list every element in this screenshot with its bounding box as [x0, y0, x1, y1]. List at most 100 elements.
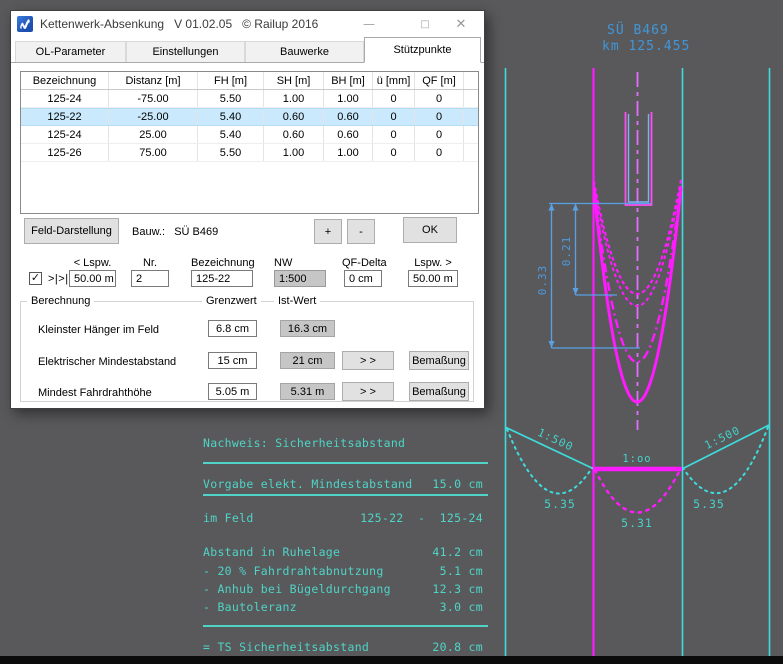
desktop: 0.21 0.33 1:500 1:500 1:oo 5.35 5.35 5.3…: [0, 0, 783, 664]
dialog-window: Kettenwerk-Absenkung V 01.02.05 © Railup…: [10, 10, 485, 409]
table-row[interactable]: 125-24 -75.00 5.50 1.00 1.00 0 0: [21, 90, 478, 108]
report-item-value: 41.2 cm: [432, 545, 483, 559]
bottom-bar: [0, 656, 783, 664]
report-item-label: - 20 % Fahrdrahtabnutzung: [203, 564, 384, 578]
report-item-label: - Bautoleranz: [203, 600, 297, 614]
title-bar: Kettenwerk-Absenkung V 01.02.05 © Railup…: [11, 11, 484, 37]
bezeichnung-label: Bezeichnung: [191, 257, 255, 269]
col-header[interactable]: SH [m]: [264, 72, 324, 89]
tab-stuetzpunkte[interactable]: Stützpunkte: [364, 37, 481, 63]
dim-label-021: 0.21: [560, 236, 573, 267]
nr-label: Nr.: [142, 257, 158, 269]
minimize-icon[interactable]: —: [357, 11, 381, 37]
cell: 5.40: [198, 109, 264, 125]
sag-label-mid: 5.31: [621, 516, 653, 530]
istwert-field: 5.31 m: [280, 383, 335, 400]
add-button[interactable]: +: [314, 219, 342, 244]
app-icon: [17, 16, 33, 32]
cell: 5.40: [198, 126, 264, 143]
report-feld-value: 125-22 - 125-24: [360, 511, 483, 525]
cell: 1.00: [264, 90, 324, 107]
report-rule-3: [203, 625, 488, 627]
report-vorgabe-label: Vorgabe elekt. Mindestabstand: [203, 477, 413, 491]
grenzwert-field[interactable]: 15 cm: [208, 352, 257, 369]
cell: 1.00: [324, 90, 373, 107]
report-total-label: = TS Sicherheitsabstand: [203, 640, 370, 654]
window-title: Kettenwerk-Absenkung V 01.02.05 © Railup…: [40, 17, 319, 31]
bezeichnung-field[interactable]: 125-22: [191, 270, 253, 287]
km-label: km 125.455: [602, 39, 690, 54]
report-item-label: - Anhub bei Bügeldurchgang: [203, 582, 391, 596]
cell: 0: [373, 144, 415, 161]
cell: 125-22: [21, 109, 109, 125]
cell: 0: [415, 144, 464, 161]
table-row[interactable]: 125-24 25.00 5.40 0.60 0.60 0 0: [21, 126, 478, 144]
gradient-label: 1:oo: [622, 453, 651, 465]
supports-table: Bezeichnung Distanz [m] FH [m] SH [m] BH…: [20, 71, 479, 214]
cell-filler: [464, 144, 478, 161]
cell-filler: [464, 109, 478, 125]
dim-arrows-top: [548, 203, 579, 211]
report-rule-2: [203, 494, 488, 496]
qf-delta-field[interactable]: 0 cm: [344, 270, 382, 287]
table-row-selected[interactable]: 125-22 -25.00 5.40 0.60 0.60 0 0: [21, 108, 478, 126]
tab-ol-parameter[interactable]: OL-Parameter: [15, 41, 126, 62]
cell: -75.00: [109, 90, 198, 107]
cell: 0.60: [264, 109, 324, 125]
structure-post-outer: [624, 112, 653, 206]
cell: 0: [373, 126, 415, 143]
cell: 125-24: [21, 126, 109, 143]
cell: 0.60: [324, 109, 373, 125]
bemassung-button[interactable]: Bemaßung: [409, 382, 469, 401]
nw-field: 1:500: [274, 270, 326, 287]
grenzwert-column-label: Grenzwert: [202, 295, 261, 307]
slope-label-left: 1:500: [535, 426, 575, 454]
lspw-left-label: < Lspw.: [73, 257, 112, 269]
istwert-column-label: Ist-Wert: [274, 295, 321, 307]
feld-darstellung-button[interactable]: Feld-Darstellung: [24, 218, 119, 244]
cell: 0: [415, 90, 464, 107]
lspw-right-label: Lspw. >: [414, 257, 452, 269]
cell-filler: [464, 126, 478, 143]
lspw-left-field[interactable]: 50.00 m: [69, 270, 116, 287]
cell: 5.50: [198, 144, 264, 161]
grenzwert-field[interactable]: 5.05 m: [208, 383, 257, 400]
grenzwert-field[interactable]: 6.8 cm: [208, 320, 257, 337]
bauwerk-label: Bauw.: SÜ B469: [132, 226, 219, 238]
report-feld-label: im Feld: [203, 511, 254, 525]
report-vorgabe-value: 15.0 cm: [432, 477, 483, 491]
structure-post-inner: [627, 114, 650, 203]
tab-bauwerke[interactable]: Bauwerke: [245, 41, 364, 62]
sag-arc-mid: [593, 468, 682, 514]
ok-button[interactable]: OK: [403, 217, 457, 243]
goto-button[interactable]: > >: [342, 351, 394, 370]
col-header[interactable]: BH [m]: [324, 72, 373, 89]
goto-button[interactable]: > >: [342, 382, 394, 401]
col-header-filler: [464, 72, 478, 89]
col-header[interactable]: QF [m]: [415, 72, 464, 89]
bemassung-button[interactable]: Bemaßung: [409, 351, 469, 370]
col-header[interactable]: FH [m]: [198, 72, 264, 89]
cell: 125-26: [21, 144, 109, 161]
col-header[interactable]: Bezeichnung: [21, 72, 109, 89]
report-item-value: 5.1 cm: [439, 564, 483, 578]
close-icon[interactable]: ✕: [449, 11, 473, 37]
cell: 5.50: [198, 90, 264, 107]
remove-button[interactable]: -: [347, 219, 375, 244]
cell: 1.00: [324, 144, 373, 161]
span-link-checkbox[interactable]: ✓: [29, 272, 42, 285]
tab-einstellungen[interactable]: Einstellungen: [126, 41, 245, 62]
col-header[interactable]: ü [mm]: [373, 72, 415, 89]
table-row[interactable]: 125-26 75.00 5.50 1.00 1.00 0 0: [21, 144, 478, 162]
cell-filler: [464, 90, 478, 107]
tab-strip: OL-Parameter Einstellungen Bauwerke Stüt…: [15, 37, 481, 63]
col-header[interactable]: Distanz [m]: [109, 72, 198, 89]
istwert-field: 16.3 cm: [280, 320, 335, 337]
lspw-right-field[interactable]: 50.00 m: [408, 270, 458, 287]
report-rule-1: [203, 462, 488, 464]
cell: 0: [373, 109, 415, 125]
cell: 75.00: [109, 144, 198, 161]
cell: 125-24: [21, 90, 109, 107]
report-panel: Nachweis: Sicherheitsabstand Vorgabe ele…: [203, 430, 488, 662]
nr-field[interactable]: 2: [131, 270, 169, 287]
